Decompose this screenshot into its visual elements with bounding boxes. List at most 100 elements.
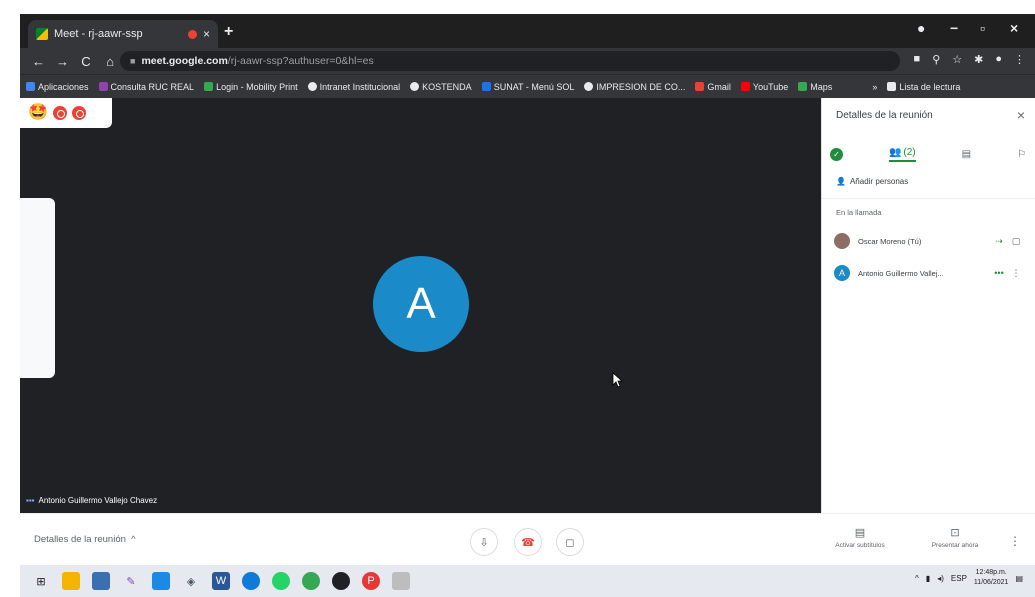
chrome-icon[interactable] <box>302 572 320 590</box>
app-icon[interactable] <box>92 572 110 590</box>
bookmark-item[interactable]: KOSTENDA <box>410 82 472 92</box>
captions-button[interactable]: ▤ Activar subtítulos <box>820 526 900 549</box>
globe-icon <box>584 82 594 91</box>
system-tray: ^ ▮ ◂) ESP 12:48p.m. 11/06/2021 ▤ <box>915 568 1023 588</box>
windows-taskbar: ⊞ ✎ ◈ W P ^ ▮ ◂) ESP 12:48p.m. 11/06/202… <box>20 565 1035 597</box>
start-icon[interactable]: ⊞ <box>32 572 50 590</box>
url-host: meet.google.com <box>141 55 228 67</box>
bookmark-item[interactable]: YouTube <box>740 82 788 92</box>
bookmark-label: Intranet Institucional <box>319 81 401 92</box>
present-now-button[interactable]: ⊡ Presentar ahora <box>915 526 995 549</box>
word-icon[interactable]: W <box>212 572 230 590</box>
app-icon[interactable]: ◈ <box>182 572 200 590</box>
check-icon[interactable]: ✓ <box>830 147 843 161</box>
panel-close-button[interactable]: × <box>1017 107 1025 123</box>
bookmark-item[interactable]: Aplicaciones <box>26 82 89 92</box>
back-button[interactable]: ← <box>32 54 45 69</box>
panel-tabs: ✓ 👥 (2) ▤ ⚐ <box>830 142 1026 166</box>
reading-list-button[interactable]: Lista de lectura <box>887 82 960 92</box>
pin-icon[interactable]: ⇢ <box>990 236 1008 247</box>
record-indicator-icon[interactable] <box>52 106 67 120</box>
app-icon[interactable] <box>152 572 170 590</box>
browser-tab[interactable]: Meet - rj-aawr-ssp × <box>28 20 218 48</box>
microphone-button[interactable]: ⇩ <box>470 528 498 556</box>
minimize-button[interactable]: − <box>950 20 958 36</box>
app-icon[interactable]: P <box>362 572 380 590</box>
bookmark-item[interactable]: SUNAT - Menú SOL <box>481 82 574 92</box>
bookmark-label: IMPRESION DE CO... <box>596 81 686 92</box>
side-popup <box>20 198 55 378</box>
bookmark-item[interactable]: Gmail <box>695 82 731 92</box>
close-window-button[interactable]: × <box>1010 20 1018 36</box>
participant-row[interactable]: Oscar Moreno (Tú) ⇢ ▢ <box>834 231 1024 251</box>
bookmark-icon <box>98 82 108 91</box>
reading-list-label: Lista de lectura <box>899 81 961 92</box>
zoom-icon[interactable]: ⚲ <box>932 53 940 66</box>
menu-icon[interactable]: ⋮ <box>1014 53 1025 66</box>
bookmark-item[interactable]: Intranet Institucional <box>307 81 401 92</box>
url-path: /rj-aawr-ssp?authuser=0&hl=es <box>227 55 374 67</box>
camera-button[interactable]: ◻ <box>556 528 584 556</box>
tab-people[interactable]: 👥 (2) <box>888 146 916 162</box>
record-indicator-icon[interactable] <box>71 106 86 120</box>
people-count: (2) <box>903 146 916 158</box>
activities-icon: ⚐ <box>1017 148 1026 160</box>
paint-icon[interactable]: ✎ <box>122 572 140 590</box>
details-label: Detalles de la reunión <box>34 534 126 545</box>
tab-chat[interactable]: ▤ <box>962 149 971 160</box>
tab-activities[interactable]: ⚐ <box>1017 149 1026 160</box>
participant-row-name: Oscar Moreno (Tú) <box>858 236 922 246</box>
tab-close-button[interactable]: × <box>203 27 210 41</box>
bookmark-item[interactable]: Maps <box>798 82 832 92</box>
audio-active-icon: ••• <box>994 268 1004 278</box>
address-row: ← → C ⌂ ■ meet.google.com /rj-aawr-ssp?a… <box>20 48 1035 74</box>
apps-icon <box>26 82 35 91</box>
audio-level-icon: ▪▪▪ <box>26 496 35 505</box>
chevron-up-icon[interactable]: ^ <box>915 574 919 583</box>
bookmark-item[interactable]: IMPRESION DE CO... <box>584 82 685 92</box>
mic-icon[interactable]: ▢ <box>1008 236 1024 247</box>
app-icon[interactable] <box>392 572 410 590</box>
volume-icon[interactable]: ◂) <box>937 574 944 583</box>
maximize-button[interactable]: ▫ <box>980 20 985 36</box>
globe-icon <box>307 82 317 91</box>
network-icon[interactable]: ▮ <box>926 574 930 583</box>
camera-indicator-icon[interactable]: ■ <box>914 53 921 66</box>
hang-up-button[interactable]: ☎ <box>514 528 542 556</box>
reload-button[interactable]: C <box>80 54 92 69</box>
mouse-cursor-icon <box>612 372 624 388</box>
notifications-icon[interactable]: ▤ <box>1015 574 1023 583</box>
forward-button[interactable]: → <box>56 54 69 69</box>
bookmark-item[interactable]: Login - Mobility Print <box>204 82 298 92</box>
home-button[interactable]: ⌂ <box>104 54 116 69</box>
bookmarks-overflow-button[interactable]: » <box>872 82 877 92</box>
more-options-button[interactable]: ⋮ <box>1009 534 1021 548</box>
address-bar[interactable]: ■ meet.google.com /rj-aawr-ssp?authuser=… <box>120 51 900 71</box>
maps-icon <box>798 82 808 91</box>
profile-icon[interactable]: ● <box>917 20 925 36</box>
emoji-icon: 🤩 <box>28 104 48 121</box>
app-icon[interactable] <box>242 572 260 590</box>
toolbar-icons: ■ ⚲ ☆ ✱ ● ⋮ <box>914 53 1025 66</box>
add-people-button[interactable]: 👤 Añadir personas <box>836 177 908 186</box>
whatsapp-icon[interactable] <box>272 572 290 590</box>
file-explorer-icon[interactable] <box>62 572 80 590</box>
extensions-icon[interactable]: ✱ <box>974 53 983 66</box>
bookmark-item[interactable]: Consulta RUC REAL <box>98 81 195 92</box>
participant-row[interactable]: A Antonio Guillermo Vallej... ••• ⋮ <box>834 263 1024 283</box>
youtube-icon <box>740 82 750 91</box>
captions-icon: ▤ <box>854 527 866 539</box>
language-label[interactable]: ESP <box>951 574 967 583</box>
star-icon[interactable]: ☆ <box>952 53 962 66</box>
reading-list-icon <box>887 82 897 91</box>
more-options-icon[interactable]: ⋮ <box>1008 268 1024 279</box>
app-icon[interactable] <box>332 572 350 590</box>
new-tab-button[interactable]: + <box>224 23 233 41</box>
clock[interactable]: 12:48p.m. 11/06/2021 <box>974 568 1009 588</box>
clock-time: 12:48p.m. <box>975 569 1007 576</box>
bookmark-label: Consulta RUC REAL <box>110 81 195 92</box>
meeting-stage: 🤩 A ▪▪▪ Antonio Guillermo Vallejo Chavez <box>20 98 821 513</box>
meeting-details-button[interactable]: Detalles de la reunión ^ <box>34 534 136 545</box>
browser-window: Meet - rj-aawr-ssp × + ● − ▫ × ← → C ⌂ ■… <box>20 14 1035 98</box>
profile-avatar-icon[interactable]: ● <box>995 53 1002 66</box>
